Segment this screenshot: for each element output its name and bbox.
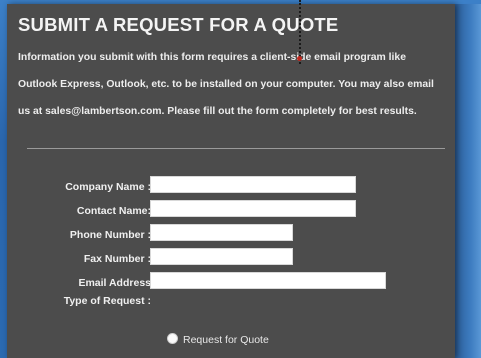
divider	[27, 148, 445, 149]
phone-number-field[interactable]	[150, 224, 293, 241]
dotted-line-decoration	[299, 0, 301, 64]
side-background	[455, 4, 481, 358]
email-address-label: Email Address	[78, 277, 151, 289]
fax-number-field[interactable]	[150, 248, 293, 265]
form-title: SUBMIT A REQUEST FOR A QUOTE	[18, 14, 339, 35]
request-form-panel: SUBMIT A REQUEST FOR A QUOTE Information…	[7, 4, 455, 358]
red-dot-decoration	[297, 56, 302, 61]
phone-number-label: Phone Number :	[69, 229, 151, 241]
company-name-field[interactable]	[150, 176, 356, 193]
contact-name-label: Contact Name:	[76, 205, 151, 217]
contact-name-field[interactable]	[150, 200, 356, 217]
company-name-label: Company Name :	[65, 181, 151, 193]
request-for-quote-label: Request for Quote	[183, 334, 269, 346]
request-for-quote-radio[interactable]	[167, 333, 178, 344]
type-of-request-label: Type of Request :	[63, 295, 151, 307]
email-address-field[interactable]	[150, 272, 386, 289]
fax-number-label: Fax Number :	[83, 253, 151, 265]
form-intro-text: Information you submit with this form re…	[18, 52, 434, 117]
